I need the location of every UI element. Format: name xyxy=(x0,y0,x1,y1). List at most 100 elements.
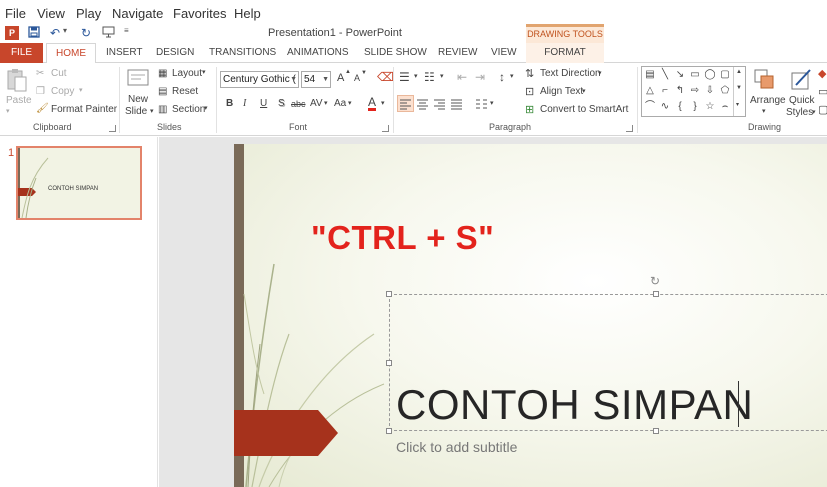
left-brace-shape-icon[interactable]: { xyxy=(674,101,686,113)
numbering-icon[interactable]: ☷ xyxy=(424,70,435,84)
quick-styles-button[interactable]: Quick xyxy=(789,95,815,106)
section-button[interactable]: Section xyxy=(172,104,205,115)
triangle-shape-icon[interactable]: △ xyxy=(644,85,656,97)
undo-dropdown-icon[interactable]: ▾ xyxy=(63,26,67,35)
tab-slide-show[interactable]: SLIDE SHOW xyxy=(364,47,427,58)
tab-animations[interactable]: ANIMATIONS xyxy=(287,47,348,58)
elbow-connector-shape-icon[interactable]: ⌐ xyxy=(659,85,671,97)
start-from-beginning-icon[interactable] xyxy=(102,26,115,41)
customize-qat-icon[interactable]: ≡ xyxy=(124,26,129,35)
font-size-dropdown-icon[interactable]: ▼ xyxy=(322,72,329,87)
line-spacing-dropdown-icon[interactable]: ▾ xyxy=(510,72,514,80)
font-color-dropdown-icon[interactable]: ▾ xyxy=(381,99,385,107)
copy-dropdown-icon[interactable]: ▾ xyxy=(79,86,83,94)
cut-button[interactable]: Cut xyxy=(51,68,67,79)
new-slide-button[interactable]: New xyxy=(128,94,148,105)
rounded-rectangle-shape-icon[interactable]: ▢ xyxy=(719,69,731,81)
menu-play[interactable]: Play xyxy=(76,6,101,21)
menu-favorites[interactable]: Favorites xyxy=(173,6,226,21)
slide-title-text[interactable]: CONTOH SIMPAN xyxy=(396,381,753,429)
tab-format[interactable]: FORMAT xyxy=(526,43,604,63)
slide-thumbnail[interactable]: CONTOH SIMPAN xyxy=(16,146,142,220)
arrange-button[interactable]: Arrange xyxy=(750,95,786,106)
justify-icon[interactable] xyxy=(449,96,464,114)
section-dropdown-icon[interactable]: ▾ xyxy=(204,104,208,112)
undo-icon[interactable]: ↶ xyxy=(50,26,60,40)
pentagon-shape-icon[interactable]: ⬠ xyxy=(719,85,731,97)
paste-button[interactable]: Paste xyxy=(6,95,32,106)
paste-icon[interactable] xyxy=(6,67,28,93)
font-launcher-icon[interactable] xyxy=(382,125,389,132)
resize-handle[interactable] xyxy=(653,291,659,297)
menu-view[interactable]: View xyxy=(37,6,65,21)
character-spacing-dropdown-icon[interactable]: ▾ xyxy=(324,99,328,107)
redo-icon[interactable]: ↻ xyxy=(81,26,91,40)
oval-shape-icon[interactable]: ◯ xyxy=(704,69,716,81)
text-direction-button[interactable]: Text Direction xyxy=(540,68,601,79)
clipboard-launcher-icon[interactable] xyxy=(109,125,116,132)
shape-effects-icon[interactable]: ▢ xyxy=(818,103,827,116)
arrange-icon[interactable] xyxy=(752,67,778,96)
shrink-font-button[interactable]: A xyxy=(354,73,360,83)
shapes-gallery[interactable]: ▤ ╲ ↘ ▭ ◯ ▢ △ ⌐ ↰ ⇨ ⇩ ⬠ ⌒ ∿ { } ☆ ⌢ ▲ ▼ … xyxy=(641,66,746,117)
change-case-dropdown-icon[interactable]: ▾ xyxy=(348,99,352,107)
paste-dropdown-icon[interactable]: ▾ xyxy=(6,107,10,115)
right-brace-shape-icon[interactable]: } xyxy=(689,101,701,113)
star-shape-icon[interactable]: ☆ xyxy=(704,101,716,113)
rectangle-shape-icon[interactable]: ▭ xyxy=(689,69,701,81)
brace-pair-shape-icon[interactable]: ⌢ xyxy=(719,101,731,113)
bullets-icon[interactable]: ☰ xyxy=(399,70,410,84)
strikethrough-button[interactable]: abc xyxy=(291,99,306,109)
numbering-dropdown-icon[interactable]: ▾ xyxy=(440,72,444,80)
align-right-icon[interactable] xyxy=(432,96,447,114)
new-slide-button-line2[interactable]: Slide xyxy=(125,106,147,117)
save-icon[interactable] xyxy=(28,26,40,41)
arrange-dropdown-icon[interactable]: ▾ xyxy=(762,107,766,115)
scroll-up-icon[interactable]: ▲ xyxy=(736,69,742,75)
decrease-indent-icon[interactable]: ⇤ xyxy=(457,70,467,84)
down-arrow-shape-icon[interactable]: ⇩ xyxy=(704,85,716,97)
align-text-dropdown-icon[interactable]: ▾ xyxy=(582,87,586,95)
resize-handle[interactable] xyxy=(386,291,392,297)
columns-dropdown-icon[interactable]: ▾ xyxy=(490,99,494,107)
tab-insert[interactable]: INSERT xyxy=(106,47,143,58)
arrow-line-shape-icon[interactable]: ↘ xyxy=(674,69,686,81)
shape-outline-icon[interactable]: ▭ xyxy=(818,85,827,98)
font-size-combo[interactable]: 54 ▼ xyxy=(301,71,331,88)
convert-smartart-button[interactable]: Convert to SmartArt xyxy=(540,104,628,115)
tab-design[interactable]: DESIGN xyxy=(156,47,194,58)
shapes-scrollbar[interactable]: ▲ ▼ ▾ xyxy=(733,67,745,116)
align-left-icon[interactable] xyxy=(397,95,414,112)
bold-button[interactable]: B xyxy=(226,98,233,109)
format-painter-button[interactable]: Format Painter xyxy=(51,104,117,115)
bent-arrow-shape-icon[interactable]: ↰ xyxy=(674,85,686,97)
tab-review[interactable]: REVIEW xyxy=(438,47,477,58)
curve-shape-icon[interactable]: ⌒ xyxy=(644,101,656,113)
tab-file[interactable]: FILE xyxy=(0,43,43,63)
tab-home[interactable]: HOME xyxy=(46,43,96,64)
quick-styles-icon[interactable] xyxy=(790,67,814,96)
copy-button[interactable]: Copy xyxy=(51,86,74,97)
freeform-shape-icon[interactable]: ∿ xyxy=(659,101,671,113)
reset-button[interactable]: Reset xyxy=(172,86,198,97)
font-color-button[interactable]: A xyxy=(368,96,377,111)
resize-handle[interactable] xyxy=(386,360,392,366)
shape-fill-icon[interactable]: ◆ xyxy=(818,67,826,80)
new-slide-icon[interactable] xyxy=(127,67,151,94)
quick-styles-button-line2[interactable]: Styles xyxy=(786,107,813,118)
line-shape-icon[interactable]: ╲ xyxy=(659,69,671,81)
text-direction-dropdown-icon[interactable]: ▾ xyxy=(598,69,602,77)
font-family-combo[interactable]: Century Gothic ( ▼ xyxy=(220,71,299,88)
scroll-down-icon[interactable]: ▼ xyxy=(736,85,742,91)
align-center-icon[interactable] xyxy=(415,96,430,114)
subtitle-placeholder[interactable]: Click to add subtitle xyxy=(396,439,517,455)
text-box-shape-icon[interactable]: ▤ xyxy=(644,69,656,81)
columns-icon[interactable] xyxy=(474,96,489,114)
grow-font-button[interactable]: A xyxy=(337,72,344,84)
menu-help[interactable]: Help xyxy=(234,6,261,21)
line-spacing-icon[interactable]: ↕ xyxy=(499,70,505,84)
italic-button[interactable]: I xyxy=(243,98,246,109)
increase-indent-icon[interactable]: ⇥ xyxy=(475,70,485,84)
quick-styles-dropdown-icon[interactable]: ▾ xyxy=(812,108,816,116)
layout-button[interactable]: Layout xyxy=(172,68,202,79)
